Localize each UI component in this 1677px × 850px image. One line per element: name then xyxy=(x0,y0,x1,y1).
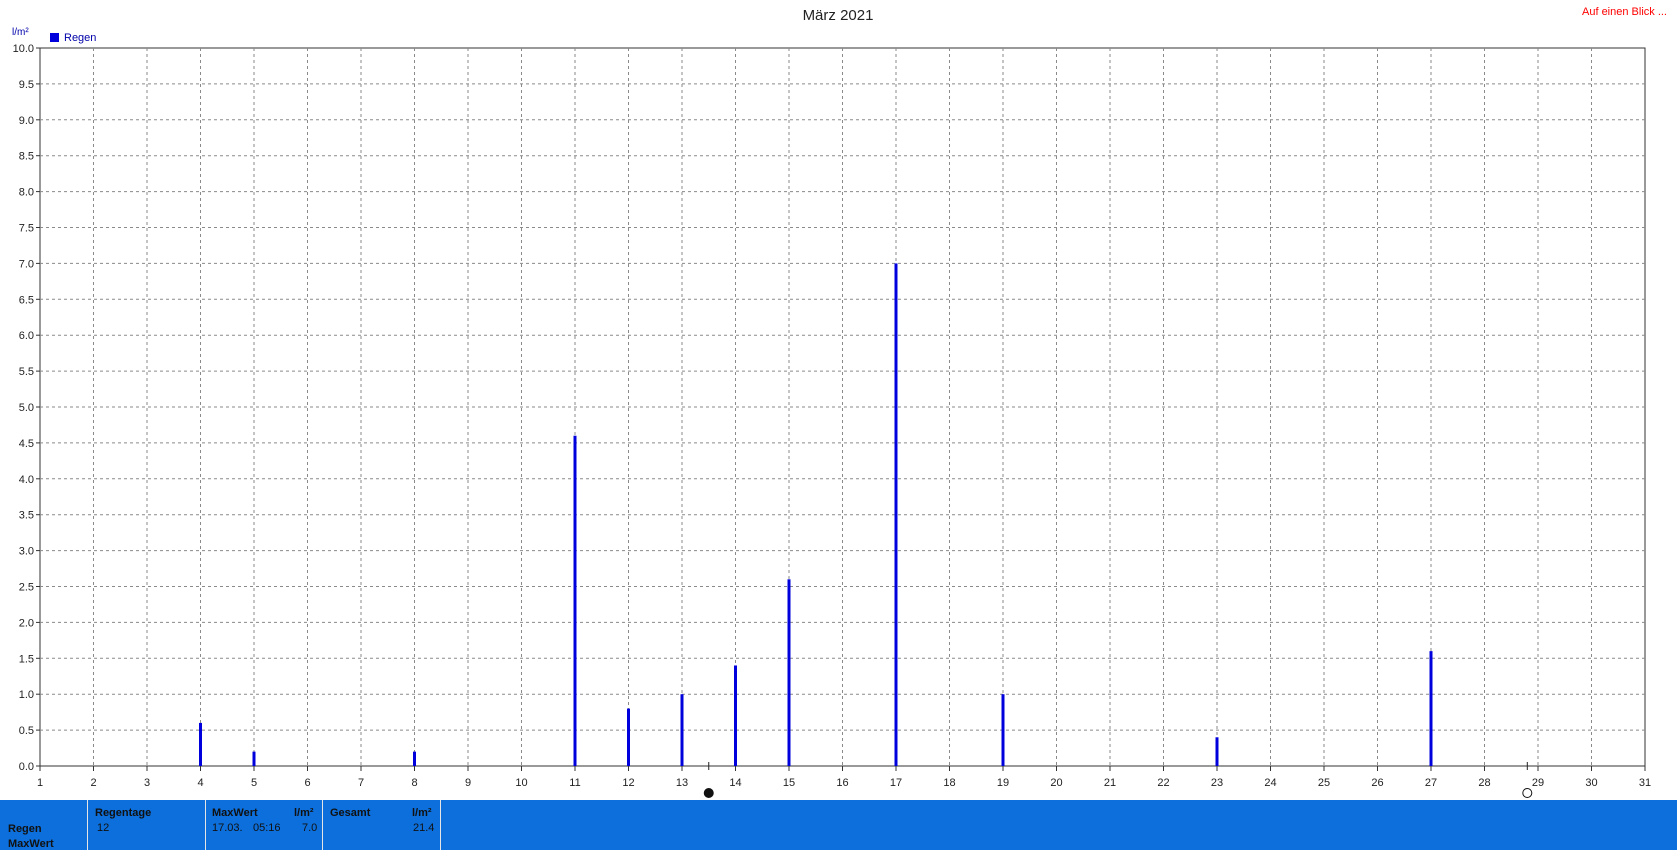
moon-phase-markers xyxy=(703,762,1533,798)
x-tick-label: 30 xyxy=(1585,777,1597,789)
chart-title: März 2021 xyxy=(803,7,874,24)
rain-bar xyxy=(680,694,684,766)
rain-bar xyxy=(1001,694,1005,766)
x-tick-label: 23 xyxy=(1211,777,1223,789)
x-tick-label: 1 xyxy=(37,777,43,789)
y-tick-label: 3.0 xyxy=(19,546,34,558)
summary-panel: Regen MaxWert Regentage 12 MaxWert l/m² … xyxy=(0,800,1677,850)
maxwert-header: MaxWert xyxy=(212,807,258,819)
x-tick-label: 4 xyxy=(197,777,203,789)
regentage-header: Regentage xyxy=(95,807,152,819)
y-tick-label: 1.0 xyxy=(19,689,34,701)
x-tick-label: 26 xyxy=(1371,777,1383,789)
x-tick-label: 19 xyxy=(997,777,1009,789)
y-tick-label: 2.0 xyxy=(19,617,34,629)
x-tick-label: 9 xyxy=(465,777,471,789)
x-tick-label: 20 xyxy=(1050,777,1062,789)
x-tick-label: 5 xyxy=(251,777,257,789)
x-tick-label: 8 xyxy=(411,777,417,789)
x-tick-label: 17 xyxy=(890,777,902,789)
rain-bar xyxy=(252,751,256,766)
new-moon-icon xyxy=(1522,788,1533,798)
y-tick-label: 5.0 xyxy=(19,402,34,414)
gesamt-header: Gesamt xyxy=(330,807,371,819)
x-tick-label: 3 xyxy=(144,777,150,789)
rain-bar xyxy=(627,708,630,766)
x-tick-label: 22 xyxy=(1157,777,1169,789)
x-tick-label: 18 xyxy=(943,777,955,789)
rain-bar xyxy=(1429,651,1433,766)
y-tick-label: 6.5 xyxy=(19,294,34,306)
y-tick-label: 0.0 xyxy=(19,761,34,773)
y-tick-label: 5.5 xyxy=(19,366,34,378)
summary-row-label-maxwert: MaxWert xyxy=(8,838,54,850)
rain-bar xyxy=(787,579,791,766)
summary-regentage: Regentage 12 xyxy=(87,800,205,850)
chart-grid xyxy=(39,47,1646,767)
maxwert-unit: l/m² xyxy=(294,807,314,819)
y-tick-label: 9.0 xyxy=(19,115,34,127)
maxwert-time: 05:16 xyxy=(253,822,281,834)
x-tick-label: 16 xyxy=(836,777,848,789)
y-tick-label: 8.0 xyxy=(19,187,34,199)
x-tick-label: 10 xyxy=(515,777,527,789)
y-tick-label: 8.5 xyxy=(19,151,34,163)
rain-bar xyxy=(573,435,577,766)
rain-bar xyxy=(413,751,416,766)
y-tick-label: 7.5 xyxy=(19,223,34,235)
x-tick-label: 11 xyxy=(569,777,580,789)
legend-swatch-regen xyxy=(50,33,59,42)
x-tick-label: 29 xyxy=(1532,777,1544,789)
summary-row-label-regen: Regen xyxy=(8,823,42,835)
y-axis-ticks: 0.0 0.5 1.0 1.5 2.0 2.5 3.0 3.5 4.0 4.5 5.0 5.5 6.0 6… xyxy=(13,43,40,773)
maxwert-date: 17.03. xyxy=(212,822,243,834)
y-tick-label: 4.5 xyxy=(19,438,34,450)
x-tick-label: 12 xyxy=(622,777,634,789)
y-tick-label: 6.0 xyxy=(19,330,34,342)
x-tick-label: 14 xyxy=(729,777,741,789)
y-tick-label: 9.5 xyxy=(19,79,34,91)
x-axis-ticks: 1 2 3 4 5 6 7 8 9 10 11 12 13 14 15 16 17 18 19 20 21 22 23 24 2… xyxy=(37,766,1651,789)
y-tick-label: 7.0 xyxy=(19,258,34,270)
x-tick-label: 28 xyxy=(1478,777,1490,789)
x-tick-label: 21 xyxy=(1104,777,1116,789)
y-tick-label: 0.5 xyxy=(19,725,34,737)
x-tick-label: 25 xyxy=(1318,777,1330,789)
summary-maxwert: MaxWert l/m² 17.03. 05:16 7.0 xyxy=(205,800,322,850)
rain-bar xyxy=(199,722,202,766)
y-tick-label: 4.0 xyxy=(19,474,34,486)
full-moon-icon xyxy=(703,788,714,798)
x-tick-label: 6 xyxy=(304,777,310,789)
y-tick-label: 2.5 xyxy=(19,582,34,594)
rain-bar xyxy=(734,665,737,766)
x-tick-label: 15 xyxy=(783,777,795,789)
y-axis-unit: l/m² xyxy=(12,27,29,38)
y-tick-label: 10.0 xyxy=(13,43,34,55)
x-tick-label: 13 xyxy=(676,777,688,789)
x-tick-label: 24 xyxy=(1264,777,1276,789)
gesamt-value: 21.4 xyxy=(413,822,435,834)
summary-gesamt: Gesamt l/m² 21.4 xyxy=(322,800,441,850)
x-tick-label: 2 xyxy=(90,777,96,789)
x-tick-label: 27 xyxy=(1425,777,1437,789)
rain-bar xyxy=(1215,737,1219,766)
gesamt-unit: l/m² xyxy=(412,807,432,819)
rain-chart: März 2021 l/m² Regen 0.0 0.5 1.0 1.5 2.0 2.5 3… xyxy=(12,7,1651,798)
maxwert-value: 7.0 xyxy=(302,822,318,834)
overview-link[interactable]: Auf einen Blick ... xyxy=(1582,6,1667,18)
x-tick-label: 31 xyxy=(1639,777,1651,789)
x-tick-label: 7 xyxy=(358,777,364,789)
regentage-value: 12 xyxy=(97,822,110,834)
legend-label-regen: Regen xyxy=(64,32,96,44)
y-tick-label: 3.5 xyxy=(19,510,34,522)
y-tick-label: 1.5 xyxy=(19,653,34,665)
rain-bar xyxy=(894,263,898,766)
